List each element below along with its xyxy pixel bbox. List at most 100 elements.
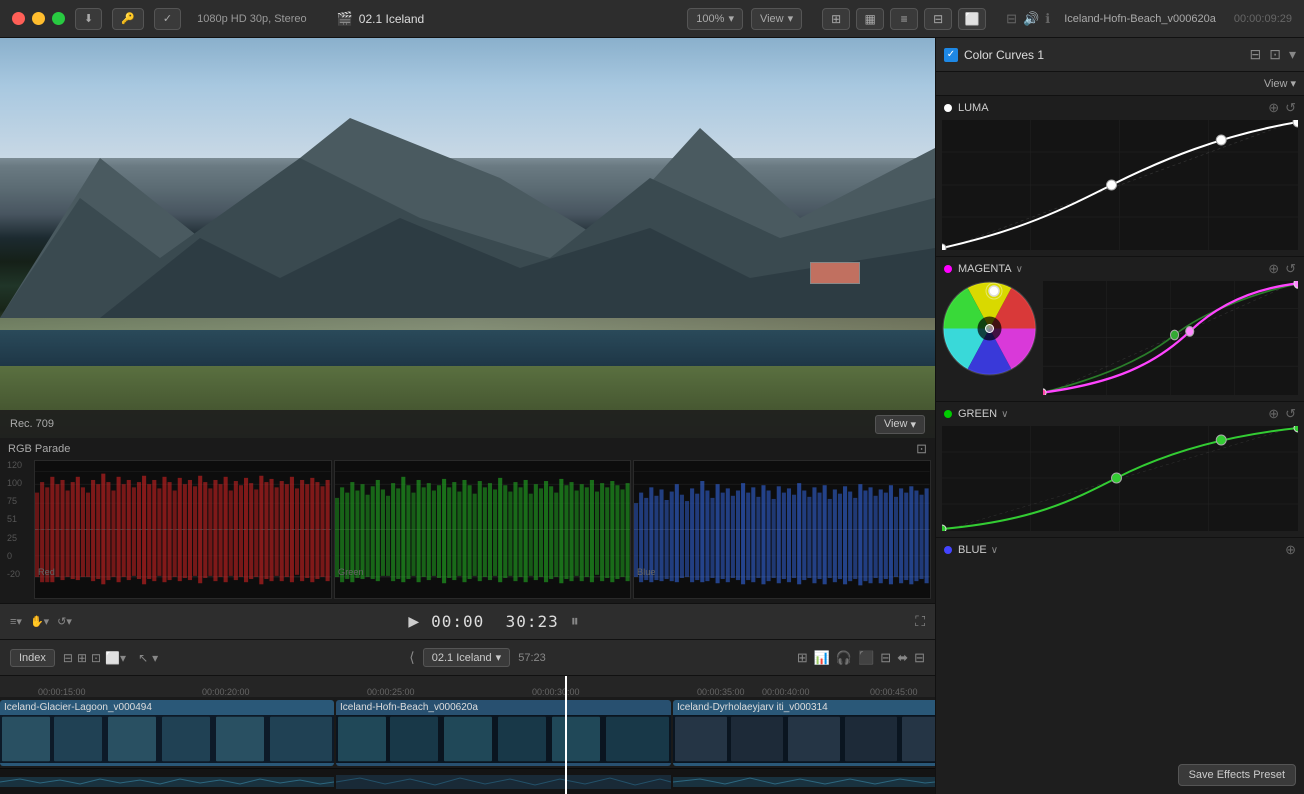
red-channel: Red: [34, 460, 332, 599]
close-button[interactable]: [12, 12, 25, 25]
minimize-button[interactable]: [32, 12, 45, 25]
curves-view-row: View ▾: [936, 72, 1304, 96]
curves-view-dropdown[interactable]: View ▾: [1264, 77, 1296, 90]
layout-btn-4[interactable]: ⊟: [924, 8, 952, 30]
curves-header-controls: ⊟ ⊡ ▾: [1250, 46, 1297, 63]
timeline-ruler: 00:00:15:00 00:00:20:00 00:00:25:00 00:0…: [0, 675, 935, 697]
color-space-label: Rec. 709: [10, 418, 54, 430]
luma-eyedropper[interactable]: ⊕: [1268, 100, 1279, 116]
timeline-icon-2[interactable]: ⊞: [77, 651, 87, 665]
timeline-icon-4[interactable]: ⬜▾: [105, 651, 126, 665]
tick-1: 00:00:15:00: [38, 687, 86, 697]
select-icon[interactable]: ↖: [138, 651, 148, 665]
luma-graph[interactable]: [942, 120, 1298, 250]
luma-reset[interactable]: ↺: [1285, 100, 1296, 116]
svg-text:Red: Red: [38, 567, 55, 577]
layout-btn-5[interactable]: ⬜: [958, 8, 986, 30]
magenta-reset[interactable]: ↺: [1285, 261, 1296, 277]
magenta-dot: [944, 265, 952, 273]
index-button[interactable]: Index: [10, 649, 55, 667]
timeline-icon-3[interactable]: ⊡: [91, 651, 101, 665]
timeline-right-icon-7[interactable]: ⊟: [914, 650, 925, 666]
clip-dyr1-label: Iceland-Dyrholaeyjarv iti_v000314: [673, 700, 935, 715]
magenta-content: [936, 281, 1304, 401]
clip-hofn-label: Iceland-Hofn-Beach_v000620a: [336, 700, 671, 715]
timeline-bar: Index ⊟ ⊞ ⊡ ⬜▾ ↖ ▾ ⟨ 02.1 Iceland ▾ 57:2…: [0, 639, 935, 675]
tick-7: 00:00:45:00: [870, 687, 918, 697]
blue-dot: [944, 546, 952, 554]
playhead: [565, 676, 567, 697]
blue-eyedropper[interactable]: ⊕: [1285, 542, 1296, 558]
view-button[interactable]: View ▾: [751, 8, 802, 30]
y-labels: 120 100 75 51 25 0 -20: [7, 460, 22, 579]
select-icon-2[interactable]: ▾: [152, 651, 158, 665]
waveform-export-button[interactable]: ⊡: [916, 441, 927, 457]
layout-btn-3[interactable]: ≡: [890, 8, 918, 30]
main-layout: Rec. 709 View ▾ RGB Parade ⊡ 120 100: [0, 38, 1304, 794]
tick-6: 00:00:40:00: [762, 687, 810, 697]
clip-glacier[interactable]: Iceland-Glacier-Lagoon_v000494: [0, 700, 334, 766]
layout-btn-2[interactable]: ▦: [856, 8, 884, 30]
right-panel: ✓ Color Curves 1 ⊟ ⊡ ▾ View ▾ LUMA ⊕ ↺: [935, 38, 1304, 794]
curves-icon-3[interactable]: ▾: [1289, 46, 1296, 63]
magenta-header: MAGENTA ∨ ⊕ ↺: [936, 257, 1304, 281]
fullscreen-button[interactable]: ⛶: [915, 613, 925, 630]
magenta-label: MAGENTA ∨: [958, 263, 1023, 275]
curves-icon-2[interactable]: ⊡: [1269, 46, 1281, 63]
titlebar: ⬇ 🔑 ✓ 1080p HD 30p, Stereo 🎬 02.1 Icelan…: [0, 0, 1304, 38]
transport-icon-2[interactable]: ✋▾: [30, 615, 49, 628]
svg-text:Green: Green: [338, 567, 364, 577]
waveform-header: RGB Parade ⊡: [0, 438, 935, 460]
transport-icon-1[interactable]: ≡▾: [10, 615, 22, 628]
video-format-info: 1080p HD 30p, Stereo: [197, 13, 306, 25]
layout-btn-1[interactable]: ⊞: [822, 8, 850, 30]
key-button[interactable]: 🔑: [112, 8, 144, 30]
curves-enable-checkbox[interactable]: ✓: [944, 48, 958, 62]
pause-icon[interactable]: ⏸: [571, 613, 579, 631]
fullscreen-button[interactable]: [52, 12, 65, 25]
svg-text:Blue: Blue: [637, 567, 655, 577]
tick-3: 00:00:25:00: [367, 687, 415, 697]
clip-hofn[interactable]: Iceland-Hofn-Beach_v000620a: [336, 700, 671, 766]
save-effects-preset-button[interactable]: Save Effects Preset: [1178, 764, 1296, 786]
blue-tools: ⊕: [1285, 542, 1296, 558]
info-icon: ℹ: [1045, 11, 1050, 27]
curves-title: Color Curves 1: [964, 48, 1044, 62]
check-button[interactable]: ✓: [154, 8, 181, 30]
video-bottom-bar: Rec. 709 View ▾: [0, 410, 935, 438]
green-reset[interactable]: ↺: [1285, 406, 1296, 422]
play-button[interactable]: ▶: [408, 613, 419, 630]
timeline-right-icon-6[interactable]: ⬌: [897, 650, 908, 666]
blue-channel: Blue: [633, 460, 931, 599]
blue-label: BLUE ∨: [958, 544, 998, 556]
download-button[interactable]: ⬇: [75, 8, 102, 30]
skip-back-icon[interactable]: ⟨: [409, 649, 414, 666]
magenta-eyedropper[interactable]: ⊕: [1268, 261, 1279, 277]
luma-section: LUMA ⊕ ↺: [936, 96, 1304, 257]
timeline-right-icon-4[interactable]: ⬛: [858, 650, 874, 666]
properties-icon: ⊟: [1006, 11, 1017, 27]
timeline-icon-1[interactable]: ⊟: [63, 651, 73, 665]
color-wheel[interactable]: [942, 281, 1037, 376]
tick-2: 00:00:20:00: [202, 687, 250, 697]
timeline-right-icon-3[interactable]: 🎧: [836, 650, 852, 666]
transport-icon-3[interactable]: ↺▾: [57, 615, 72, 628]
timeline-right-icon-1[interactable]: ⊞: [797, 650, 808, 666]
magenta-curve[interactable]: [1043, 281, 1298, 395]
y-axis-labels: 120 100 75 51 25 0 -20: [4, 460, 32, 599]
zoom-selector[interactable]: 100% ▾: [687, 8, 743, 30]
video-view-button[interactable]: View ▾: [875, 415, 925, 434]
timeline-right-icon-2[interactable]: 📊: [814, 650, 830, 666]
clip-dyr1[interactable]: Iceland-Dyrholaeyjarv iti_v000314: [673, 700, 935, 766]
blue-section: BLUE ∨ ⊕ Save Effects Preset: [936, 538, 1304, 794]
timeline-right-icon-5[interactable]: ⊟: [880, 650, 891, 666]
timeline-clip-selector[interactable]: 02.1 Iceland ▾: [423, 648, 510, 667]
color-sample: [810, 262, 860, 284]
green-curve[interactable]: [942, 426, 1298, 531]
waveform-channels: 120 100 75 51 25 0 -20: [0, 460, 935, 603]
green-eyedropper[interactable]: ⊕: [1268, 406, 1279, 422]
curves-icon-1[interactable]: ⊟: [1250, 46, 1262, 63]
audio-track: [0, 768, 935, 794]
video-preview: Rec. 709 View ▾: [0, 38, 935, 438]
tick-5: 00:00:35:00: [697, 687, 745, 697]
